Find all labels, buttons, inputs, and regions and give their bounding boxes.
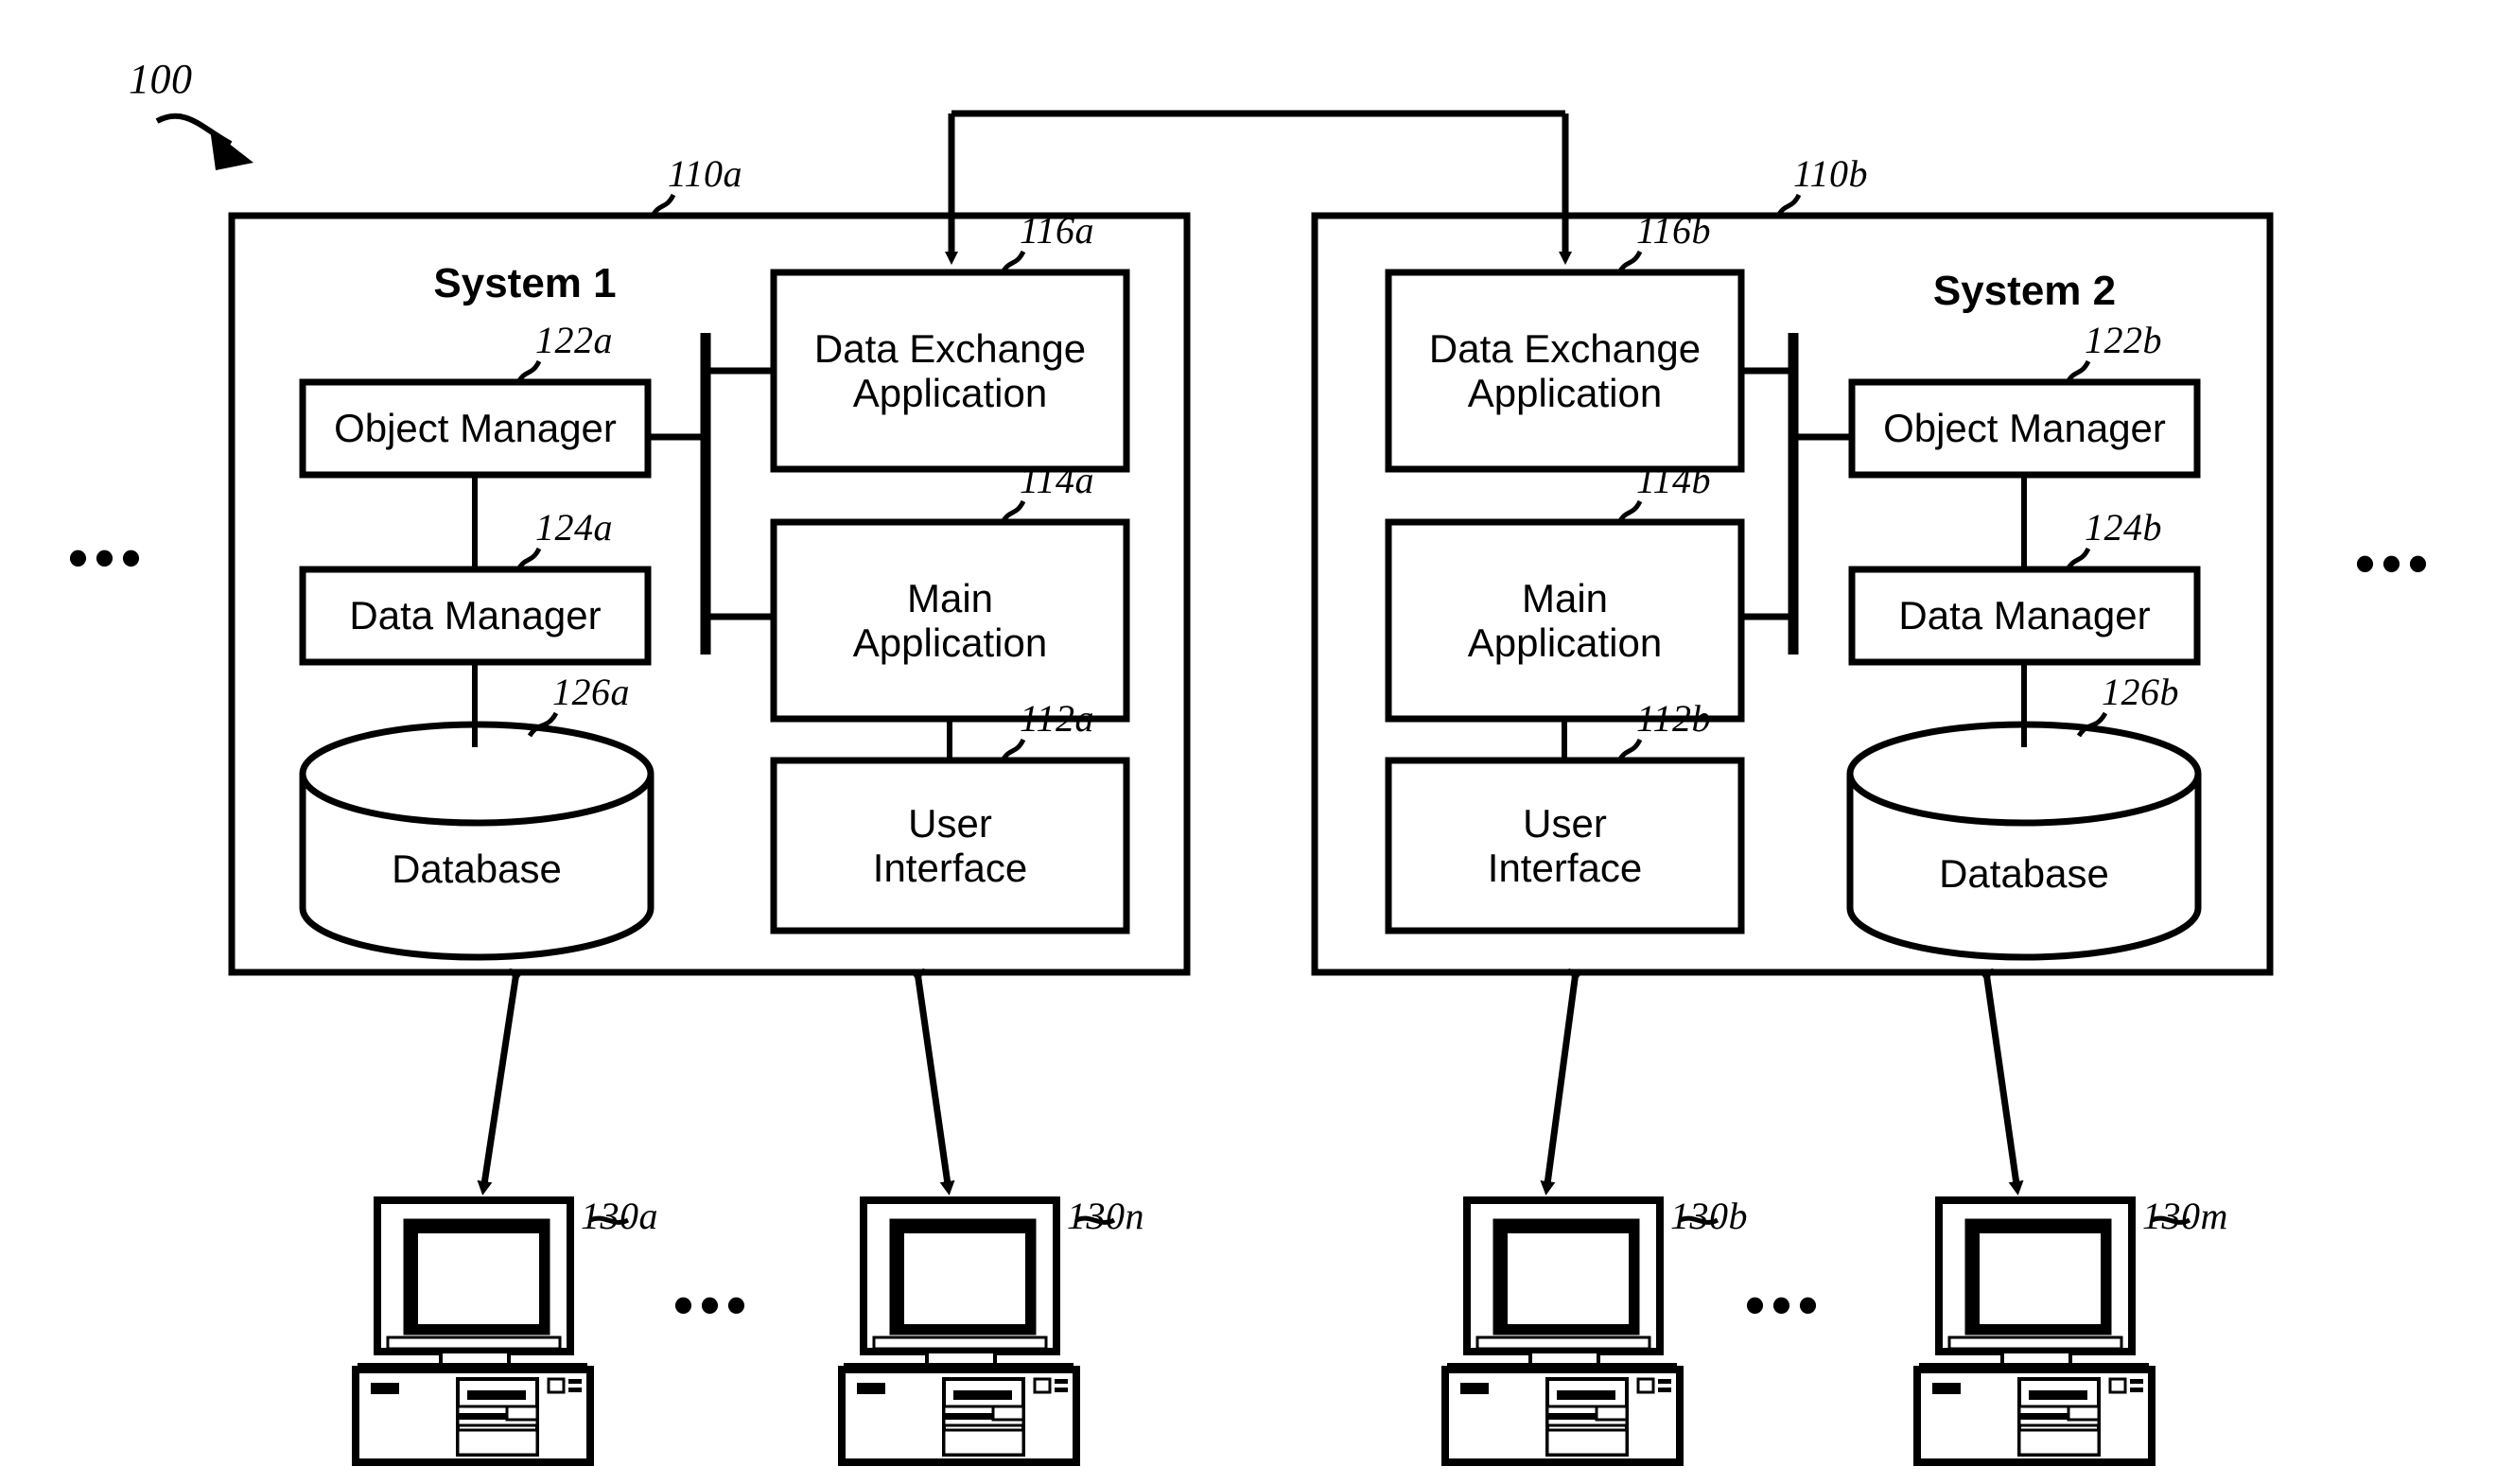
main-application-a-numeral: 114a: [1020, 459, 1095, 501]
data-manager-a-numeral: 124a: [535, 506, 613, 549]
ellipsis-right: •••: [2355, 532, 2435, 595]
main-application-b-numeral: 114b: [1636, 459, 1712, 501]
database-a-cylinder: [299, 721, 655, 961]
data-exchange-application-a-label: Data Exchange Application: [813, 325, 1087, 415]
system-2-numeral: 110b: [1793, 152, 1869, 195]
object-manager-b-label: Object Manager: [1883, 406, 2166, 451]
user-interface-a-numeral: 112a: [1020, 697, 1095, 740]
database-a-numeral: 126a: [552, 671, 630, 713]
user-interface-a-label: User Interface: [872, 800, 1028, 890]
data-manager-a-label: Data Manager: [349, 593, 602, 638]
object-manager-a-numeral: 122a: [535, 319, 613, 361]
database-b-label: Database: [1939, 851, 2109, 896]
database-a-label: Database: [392, 847, 562, 891]
figure-line-art: [155, 110, 2274, 1466]
object-manager-a-label: Object Manager: [334, 406, 617, 451]
object-manager-b-numeral: 122b: [2085, 319, 2162, 361]
main-application-b-label: Main Application: [1467, 575, 1663, 665]
data-exchange-application-b-label: Data Exchange Application: [1428, 325, 1702, 415]
workstation-130m-icon: [1913, 1196, 2191, 1466]
workstation-130n-icon: [838, 1196, 1116, 1466]
system-1-title: System 1: [433, 260, 617, 306]
workstation-130m-numeral: 130m: [2142, 1195, 2228, 1237]
data-exchange-application-a-numeral: 116a: [1020, 209, 1095, 252]
data-manager-b-label: Data Manager: [1898, 593, 2151, 638]
workstation-130a-icon: [352, 1196, 630, 1466]
data-manager-b-numeral: 124b: [2085, 506, 2162, 549]
user-interface-b-numeral: 112b: [1636, 697, 1712, 740]
database-b-cylinder: [1846, 721, 2202, 961]
user-interface-b-label: User Interface: [1487, 800, 1643, 890]
workstation-links: [477, 968, 2024, 1196]
ellipsis-bottom-left: •••: [673, 1273, 754, 1336]
workstation-130a-numeral: 130a: [581, 1195, 658, 1237]
database-b-numeral: 126b: [2102, 671, 2179, 713]
workstation-130n-numeral: 130n: [1067, 1195, 1144, 1237]
main-application-a-label: Main Application: [852, 575, 1048, 665]
ellipsis-left: •••: [68, 526, 148, 589]
data-exchange-application-b-numeral: 116b: [1636, 209, 1712, 252]
workstation-130b-numeral: 130b: [1670, 1195, 1748, 1237]
patent-figure: 100 System 1 110a Object Manager 122a Da…: [0, 0, 2496, 1484]
system-1-numeral: 110a: [668, 152, 743, 195]
ellipsis-bottom-right: •••: [1745, 1273, 1825, 1336]
workstation-130b-icon: [1441, 1196, 1719, 1466]
figure-leader-arrow: [155, 113, 253, 170]
figure-numeral-100: 100: [129, 56, 193, 102]
system-2-title: System 2: [1932, 268, 2117, 314]
